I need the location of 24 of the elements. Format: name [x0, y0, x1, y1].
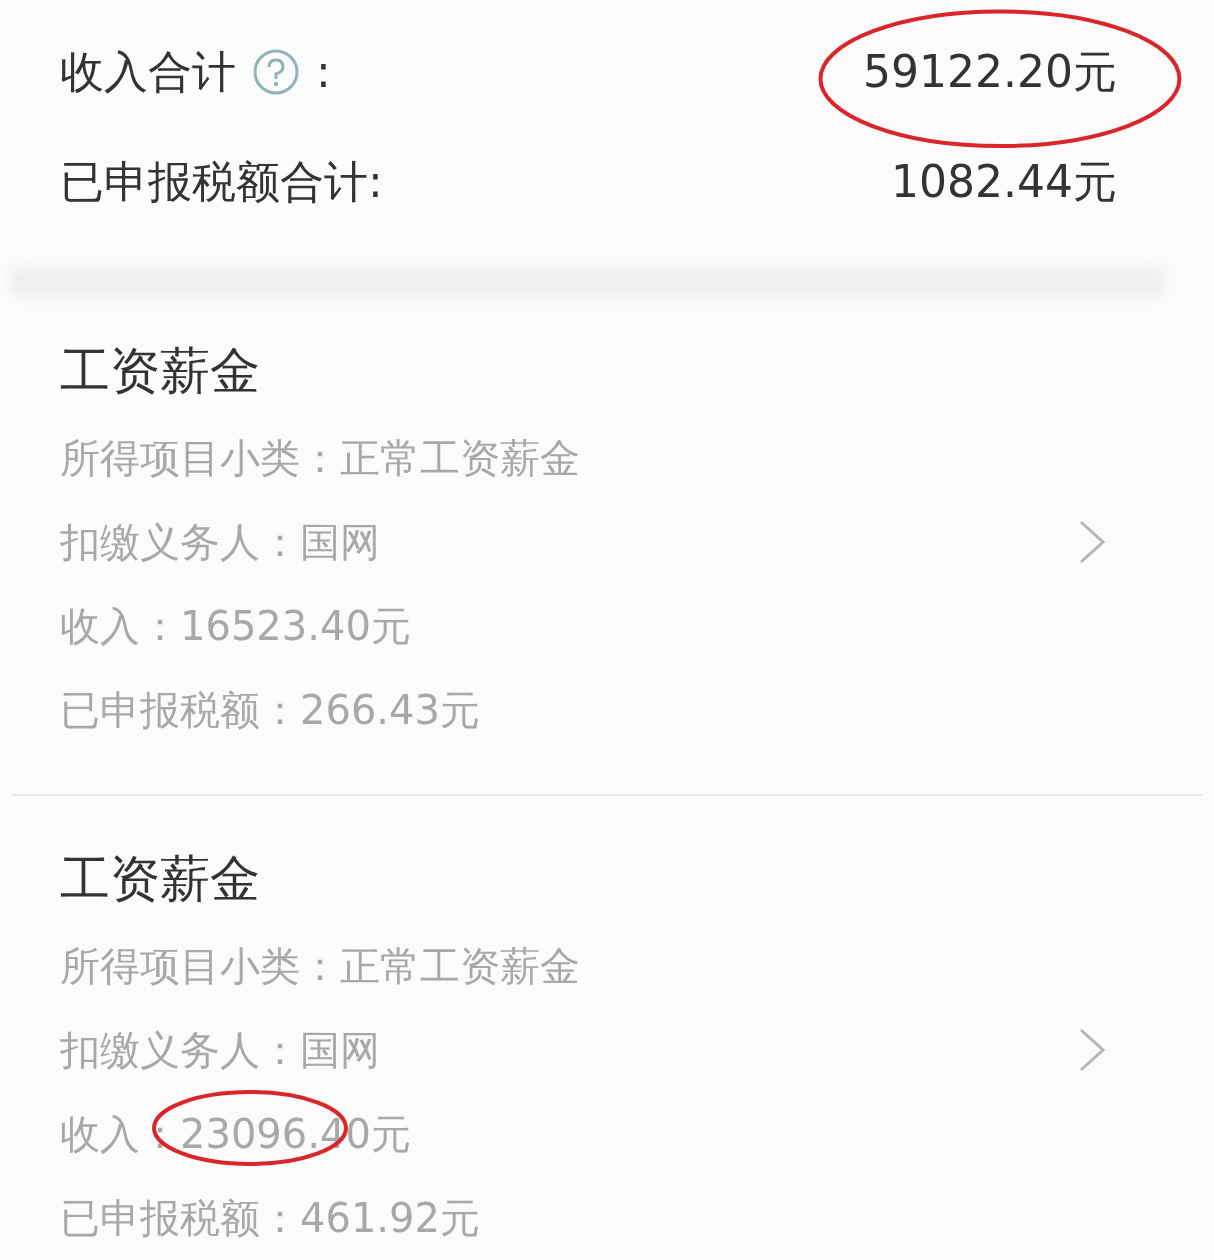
section-title: 工资薪金 [60, 340, 260, 402]
field-value: 国网 [300, 518, 380, 566]
chevron-right-icon[interactable] [1078, 519, 1106, 565]
field-label: 所得项目小类： [60, 434, 340, 483]
field-label: 已申报税额： [60, 686, 300, 735]
field-value: 国网 [300, 1026, 380, 1074]
field-value: 正常工资薪金 [340, 434, 580, 482]
field-value: 16523.40元 [180, 602, 411, 650]
field-value: 461.92元 [300, 1194, 480, 1242]
summary-label: 收入合计 [60, 45, 236, 99]
field-label: 扣缴义务人： [60, 1026, 300, 1075]
help-icon[interactable] [252, 48, 300, 96]
chevron-right-icon[interactable] [1078, 1027, 1106, 1073]
colon: : [316, 45, 331, 99]
section-title: 工资薪金 [60, 848, 260, 910]
field-label: 已申报税额： [60, 1194, 300, 1243]
field-value: 266.43元 [300, 686, 480, 734]
summary-value: 1082.44元 [891, 156, 1117, 207]
summary-value: 59122.20元 [863, 46, 1117, 97]
field-label: 收入： [60, 602, 180, 651]
field-value: 正常工资薪金 [340, 942, 580, 990]
field-label: 扣缴义务人： [60, 518, 300, 567]
summary-label: 已申报税额合计: [60, 155, 383, 209]
field-label: 所得项目小类： [60, 942, 340, 991]
